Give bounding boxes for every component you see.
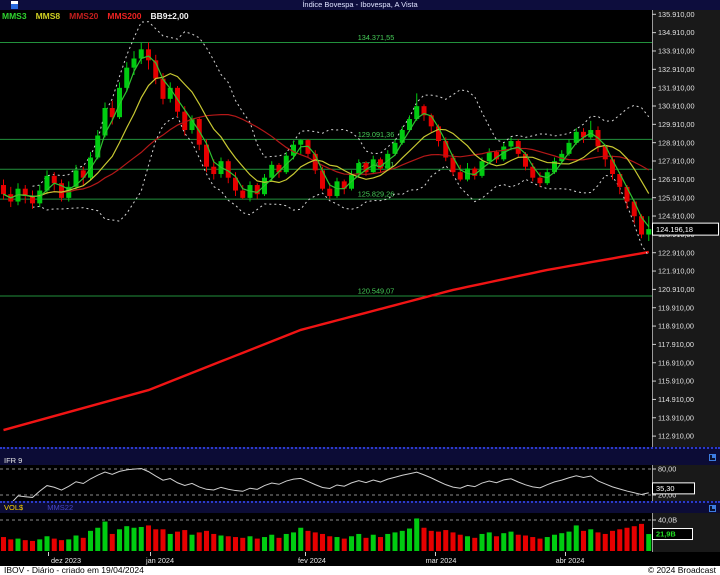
month-label: fev 2024 xyxy=(298,556,326,565)
volume-panel-title: VOL$ xyxy=(4,503,24,512)
svg-text:112.910,00: 112.910,00 xyxy=(658,432,694,441)
candlestick-series[interactable] xyxy=(1,42,652,241)
expand-icon[interactable] xyxy=(709,505,716,512)
volume-panel-header: VOL$ MMS22 xyxy=(0,501,720,513)
svg-text:124.910,00: 124.910,00 xyxy=(658,212,695,221)
legend-mms3[interactable]: MMS3 xyxy=(2,11,27,22)
legend-mms8[interactable]: MMS8 xyxy=(36,11,61,22)
svg-text:128.910,00: 128.910,00 xyxy=(658,138,695,147)
svg-text:122.910,00: 122.910,00 xyxy=(658,248,695,257)
volume-bars[interactable] xyxy=(1,518,652,551)
month-tick xyxy=(48,552,49,556)
ifr-panel-header: IFR 9 xyxy=(0,447,720,465)
svg-text:124.196,18: 124.196,18 xyxy=(656,225,693,234)
ifr-line xyxy=(12,468,649,501)
svg-text:116.910,00: 116.910,00 xyxy=(658,358,694,367)
last-price-marker: 124.196,18 xyxy=(652,222,719,236)
svg-text:21,9B: 21,9B xyxy=(656,530,676,539)
svg-text:121.910,00: 121.910,00 xyxy=(658,267,695,276)
window-title: Índice Bovespa - Ibovespa, A Vista xyxy=(302,0,418,9)
svg-text:127.910,00: 127.910,00 xyxy=(658,157,695,166)
svg-text:115.910,00: 115.910,00 xyxy=(658,377,694,386)
volume-chart[interactable]: 40,0B 21,9B xyxy=(0,513,720,552)
copyright-text: © 2024 Broadcast xyxy=(647,565,716,575)
svg-text:35,30: 35,30 xyxy=(656,484,675,493)
svg-text:131.910,00: 131.910,00 xyxy=(658,83,695,92)
svg-text:126.910,00: 126.910,00 xyxy=(658,175,695,184)
ifr-indicator-chart[interactable]: 80,0020,0035,30 xyxy=(0,465,720,501)
svg-text:132.910,00: 132.910,00 xyxy=(658,65,695,74)
indicator-legend: MMS3 MMS8 MMS20 MMS200 BB9±2,00 xyxy=(2,11,189,22)
svg-text:119.910,00: 119.910,00 xyxy=(658,303,694,312)
time-axis: dez 2023 jan 2024 fev 2024 mar 2024 abr 2024 xyxy=(0,552,720,566)
volume-ma-label: MMS22 xyxy=(47,503,74,512)
svg-text:134.910,00: 134.910,00 xyxy=(658,28,695,37)
svg-text:129.910,00: 129.910,00 xyxy=(658,120,695,129)
svg-text:130.910,00: 130.910,00 xyxy=(658,102,695,111)
svg-text:120.910,00: 120.910,00 xyxy=(658,285,695,294)
app-icon[interactable] xyxy=(11,1,18,9)
svg-text:129.091,36: 129.091,36 xyxy=(358,130,395,139)
svg-text:113.910,00: 113.910,00 xyxy=(658,413,694,422)
title-bar: Índice Bovespa - Ibovespa, A Vista xyxy=(0,0,720,10)
svg-text:40,0B: 40,0B xyxy=(658,516,677,525)
mms3-line xyxy=(3,55,650,227)
expand-icon[interactable] xyxy=(709,454,716,461)
svg-text:134.371,55: 134.371,55 xyxy=(358,33,395,42)
svg-text:118.910,00: 118.910,00 xyxy=(658,322,694,331)
month-label: jan 2024 xyxy=(146,556,174,565)
month-label: dez 2023 xyxy=(50,556,82,565)
ifr-panel-title: IFR 9 xyxy=(4,456,23,465)
legend-mms20[interactable]: MMS20 xyxy=(69,11,98,22)
legend-bollinger[interactable]: BB9±2,00 xyxy=(150,11,188,22)
svg-text:80,00: 80,00 xyxy=(658,465,676,474)
ifr-value-marker: 35,30 xyxy=(652,482,695,495)
svg-text:125.829,26: 125.829,26 xyxy=(358,190,395,199)
status-bar: IBOV - Diário - criado em 19/04/2024 © 2… xyxy=(0,566,720,575)
broadcast-chart-window: Índice Bovespa - Ibovespa, A Vista MMS3 … xyxy=(0,0,720,575)
svg-text:135.910,00: 135.910,00 xyxy=(658,10,695,19)
mms20-line xyxy=(3,114,650,199)
main-price-chart[interactable]: 135.910,00 134.910,00 133.910,00 132.910,00… xyxy=(0,10,720,447)
volume-value-marker: 21,9B xyxy=(652,528,693,541)
svg-text:133.910,00: 133.910,00 xyxy=(658,47,695,56)
svg-text:125.910,00: 125.910,00 xyxy=(658,193,695,202)
svg-text:114.910,00: 114.910,00 xyxy=(658,395,694,404)
chart-info-text: IBOV - Diário - criado em 19/04/2024 xyxy=(4,565,144,575)
svg-text:120.549,07: 120.549,07 xyxy=(358,287,395,296)
month-label: mar 2024 xyxy=(425,556,457,565)
mms200-line xyxy=(3,250,649,432)
legend-mms200[interactable]: MMS200 xyxy=(107,11,141,22)
svg-text:117.910,00: 117.910,00 xyxy=(658,340,694,349)
month-label: abr 2024 xyxy=(555,556,585,565)
